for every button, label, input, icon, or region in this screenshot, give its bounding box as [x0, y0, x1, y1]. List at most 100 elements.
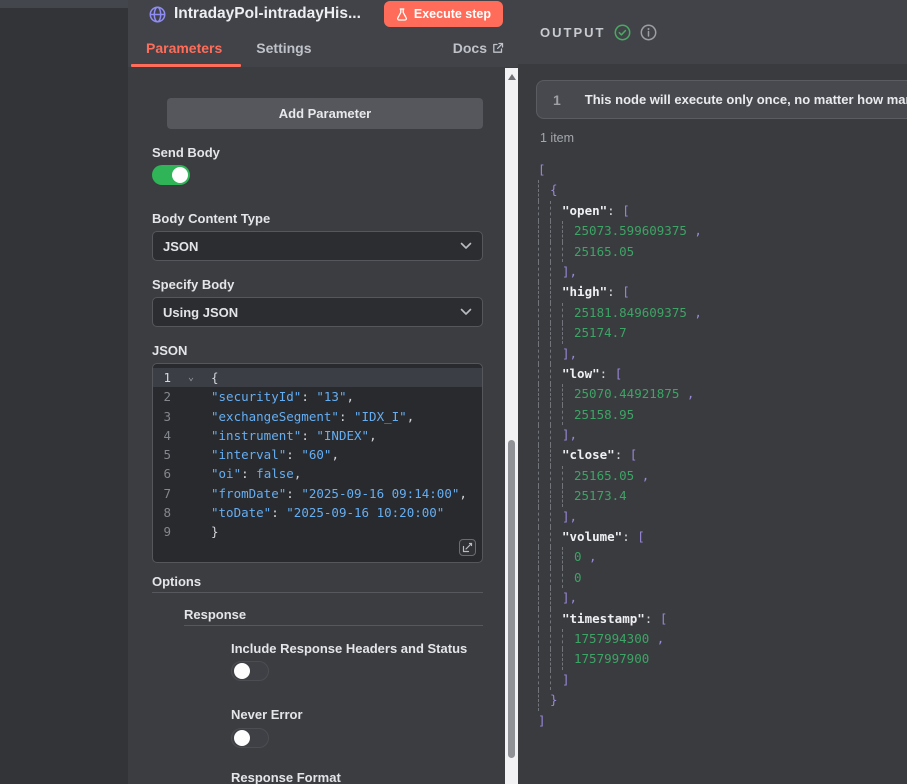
- active-tab-indicator: [131, 64, 241, 67]
- json-line: ]: [538, 670, 907, 690]
- editor-line: 1⌄{: [153, 368, 482, 387]
- editor-line: 6"oi": false,: [153, 464, 482, 483]
- expand-editor-button[interactable]: [459, 539, 476, 556]
- json-line: ],: [538, 425, 907, 445]
- line-number: 4: [153, 426, 171, 445]
- indent-guide: [538, 405, 550, 425]
- settings-scrollbar[interactable]: [505, 68, 518, 784]
- specify-body-value: Using JSON: [163, 305, 238, 320]
- indent-guide: [538, 527, 550, 547]
- docs-link[interactable]: Docs: [453, 40, 504, 56]
- indent-guide: [562, 405, 574, 425]
- indent-guide: [538, 466, 550, 486]
- indent-guide: [550, 303, 562, 323]
- indent-guide: [550, 262, 562, 282]
- json-line: ],: [538, 507, 907, 527]
- editor-line: 4"instrument": "INDEX",: [153, 426, 482, 445]
- output-title: OUTPUT: [540, 25, 605, 40]
- chevron-down-icon: [460, 308, 472, 316]
- execute-once-notice: 1 This node will execute only once, no m…: [536, 80, 907, 119]
- info-icon[interactable]: [640, 24, 657, 41]
- output-panel: OUTPUT 1 This node will execute only onc…: [518, 0, 907, 784]
- json-line: 25173.4: [538, 486, 907, 506]
- workflow-canvas-background: [0, 0, 128, 784]
- editor-line: 9}: [153, 522, 482, 541]
- indent-guide: [538, 364, 550, 384]
- body-content-type-value: JSON: [163, 239, 198, 254]
- indent-guide: [550, 629, 562, 649]
- indent-guide: [538, 303, 550, 323]
- globe-icon: [148, 5, 167, 24]
- json-line: 25181.849609375 ,: [538, 303, 907, 323]
- tab-parameters[interactable]: Parameters: [146, 40, 222, 56]
- canvas-top-bar: [0, 0, 128, 8]
- output-json-tree: [{"open": [25073.599609375 ,25165.05],"h…: [518, 160, 907, 731]
- chevron-down-icon: [460, 242, 472, 250]
- add-parameter-button[interactable]: Add Parameter: [167, 98, 483, 129]
- never-error-toggle[interactable]: [231, 728, 269, 748]
- json-line: 25070.44921875 ,: [538, 384, 907, 404]
- indent-guide: [550, 221, 562, 241]
- indent-guide: [550, 649, 562, 669]
- indent-guide: [538, 588, 550, 608]
- line-number: 9: [153, 522, 171, 541]
- indent-guide: [550, 568, 562, 588]
- node-settings-header: IntradayPol-intradayHis... Execute step …: [128, 0, 518, 67]
- json-body-editor[interactable]: 1⌄{2"securityId": "13",3"exchangeSegment…: [152, 363, 483, 563]
- indent-guide: [550, 344, 562, 364]
- fold-gutter: [171, 503, 211, 522]
- docs-label: Docs: [453, 40, 487, 56]
- line-number: 7: [153, 484, 171, 503]
- indent-guide: [538, 649, 550, 669]
- json-line: ]: [538, 711, 907, 731]
- line-number: 2: [153, 387, 171, 406]
- indent-guide: [538, 180, 550, 200]
- execute-step-button[interactable]: Execute step: [384, 1, 503, 27]
- indent-guide: [550, 405, 562, 425]
- never-error-label: Never Error: [231, 707, 303, 722]
- fold-gutter: [171, 426, 211, 445]
- scrollbar-up-arrow-icon[interactable]: [508, 74, 516, 80]
- json-field-label: JSON: [152, 343, 187, 358]
- indent-guide: [550, 323, 562, 343]
- fold-gutter: [171, 407, 211, 426]
- include-response-headers-toggle[interactable]: [231, 661, 269, 681]
- toggle-knob: [234, 663, 250, 679]
- tab-bar: Parameters Settings Docs: [146, 32, 504, 64]
- json-line: "high": [: [538, 282, 907, 302]
- toggle-knob: [172, 167, 188, 183]
- indent-guide: [562, 649, 574, 669]
- editor-line: 2"securityId": "13",: [153, 387, 482, 406]
- send-body-toggle[interactable]: [152, 165, 190, 185]
- fold-chevron-icon[interactable]: ⌄: [171, 368, 211, 387]
- indent-guide: [538, 629, 550, 649]
- line-number: 6: [153, 464, 171, 483]
- indent-guide: [538, 670, 550, 690]
- json-line: ],: [538, 588, 907, 608]
- indent-guide: [550, 364, 562, 384]
- response-format-label: Response Format: [231, 770, 341, 784]
- indent-guide: [562, 568, 574, 588]
- line-number: 1: [153, 368, 171, 387]
- json-line: 25158.95: [538, 405, 907, 425]
- indent-guide: [538, 486, 550, 506]
- json-line: 25174.7: [538, 323, 907, 343]
- indent-guide: [562, 547, 574, 567]
- node-title: IntradayPol-intradayHis...: [174, 5, 361, 23]
- body-content-type-select[interactable]: JSON: [152, 231, 483, 261]
- scrollbar-thumb[interactable]: [508, 440, 515, 758]
- indent-guide: [538, 568, 550, 588]
- specify-body-select[interactable]: Using JSON: [152, 297, 483, 327]
- indent-guide: [550, 527, 562, 547]
- indent-guide: [538, 425, 550, 445]
- indent-guide: [562, 629, 574, 649]
- indent-guide: [550, 507, 562, 527]
- json-line: [: [538, 160, 907, 180]
- tab-settings[interactable]: Settings: [256, 40, 311, 56]
- items-count: 1 item: [540, 131, 574, 145]
- indent-guide: [538, 221, 550, 241]
- indent-guide: [538, 262, 550, 282]
- indent-guide: [538, 282, 550, 302]
- indent-guide: [562, 303, 574, 323]
- json-line: "open": [: [538, 201, 907, 221]
